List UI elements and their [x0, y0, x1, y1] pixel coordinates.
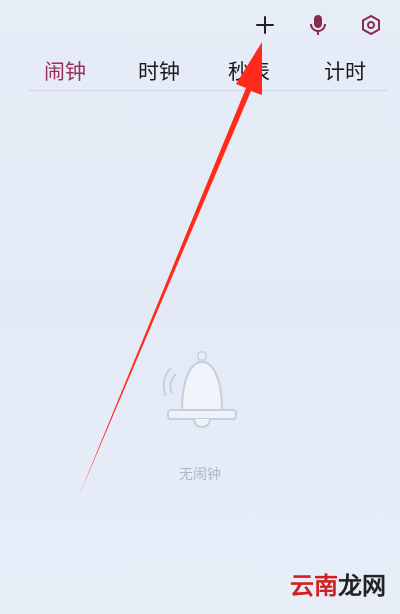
watermark-part-2: 龙网: [338, 572, 386, 600]
watermark-logo: 云南 龙网: [290, 572, 386, 600]
watermark-part-1: 云南: [290, 572, 338, 600]
red-arrow-annotation: [78, 42, 262, 498]
